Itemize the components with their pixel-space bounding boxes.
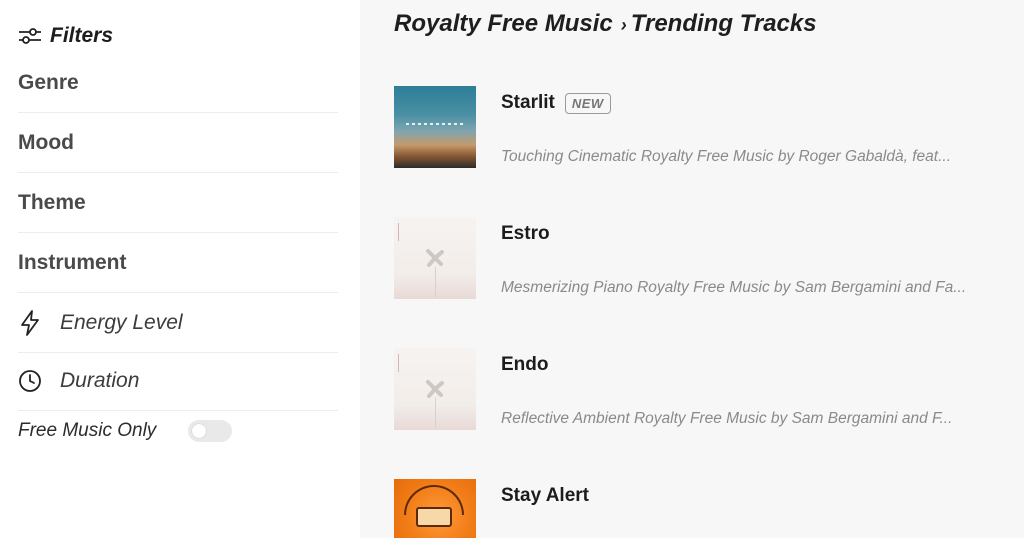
toggle-knob bbox=[192, 424, 207, 438]
track-title-row: Endo bbox=[501, 354, 549, 376]
track-title-row: Stay Alert bbox=[501, 485, 589, 507]
track-thumbnail[interactable] bbox=[394, 348, 476, 430]
breadcrumb-separator: › bbox=[620, 15, 627, 35]
filter-duration[interactable]: Duration bbox=[18, 351, 338, 411]
clock-icon bbox=[18, 369, 42, 393]
filter-sidebar: Filters Genre Mood Theme Instrument Ener… bbox=[0, 0, 360, 538]
filters-title: Filters bbox=[50, 24, 114, 47]
filter-instrument[interactable]: Instrument bbox=[18, 233, 338, 293]
filters-header[interactable]: Filters bbox=[18, 24, 113, 48]
free-music-label: Free Music Only bbox=[18, 420, 157, 441]
free-music-row: Free Music Only bbox=[18, 420, 233, 442]
filter-genre[interactable]: Genre bbox=[18, 53, 338, 113]
new-badge: NEW bbox=[564, 92, 611, 114]
track-title[interactable]: Estro bbox=[501, 223, 550, 245]
free-music-toggle[interactable] bbox=[188, 420, 233, 442]
breadcrumb-root[interactable]: Royalty Free Music bbox=[394, 10, 613, 37]
track-title[interactable]: Endo bbox=[501, 354, 549, 376]
main-content: Royalty Free Music › Trending Tracks Starl… bbox=[360, 0, 1024, 538]
track-item[interactable]: Starlit NEW Touching Cinematic Royalty F… bbox=[394, 86, 1004, 186]
track-title[interactable]: Stay Alert bbox=[501, 485, 589, 507]
filter-theme[interactable]: Theme bbox=[18, 173, 338, 233]
track-thumbnail[interactable] bbox=[394, 86, 476, 168]
sliders-icon bbox=[18, 25, 42, 47]
track-thumbnail[interactable] bbox=[394, 479, 476, 538]
filter-energy-level[interactable]: Energy Level bbox=[18, 293, 338, 353]
filter-label: Mood bbox=[18, 130, 74, 154]
track-item[interactable]: Endo Reflective Ambient Royalty Free Mus… bbox=[394, 348, 1004, 448]
track-title[interactable]: Starlit bbox=[501, 92, 555, 114]
breadcrumb: Royalty Free Music › Trending Tracks bbox=[394, 10, 817, 38]
filter-mood[interactable]: Mood bbox=[18, 113, 338, 173]
filter-label: Instrument bbox=[18, 250, 127, 274]
track-item[interactable]: Estro Mesmerizing Piano Royalty Free Mus… bbox=[394, 217, 1004, 317]
filter-label: Duration bbox=[60, 368, 140, 392]
track-description: Touching Cinematic Royalty Free Music by… bbox=[501, 148, 951, 165]
track-thumbnail[interactable] bbox=[394, 217, 476, 299]
track-title-row: Starlit NEW bbox=[501, 92, 611, 114]
track-title-row: Estro bbox=[501, 223, 550, 245]
filter-label: Energy Level bbox=[60, 310, 183, 334]
filter-label: Theme bbox=[18, 190, 86, 214]
track-item[interactable]: Stay Alert bbox=[394, 479, 1004, 538]
track-description: Reflective Ambient Royalty Free Music by… bbox=[501, 410, 953, 427]
track-description: Mesmerizing Piano Royalty Free Music by … bbox=[501, 279, 967, 296]
filter-label: Genre bbox=[18, 70, 79, 94]
breadcrumb-current: Trending Tracks bbox=[630, 10, 817, 37]
lightning-icon bbox=[18, 309, 42, 336]
